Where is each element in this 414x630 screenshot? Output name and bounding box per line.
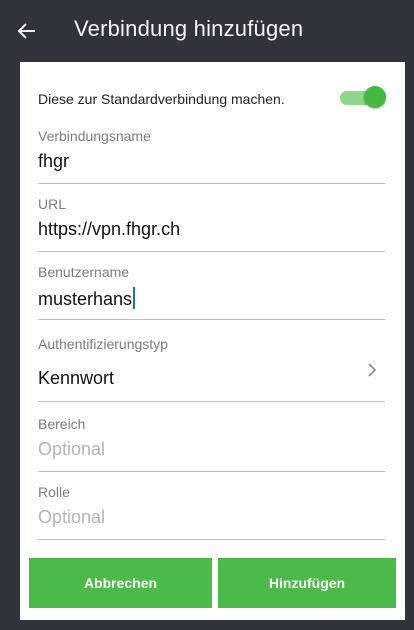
auth-type-field[interactable]: Authentifizierungstyp Kennwort <box>38 336 385 402</box>
connection-name-field[interactable]: Verbindungsname fhgr <box>38 128 385 184</box>
default-connection-toggle[interactable] <box>338 86 386 108</box>
url-input[interactable]: https://vpn.fhgr.ch <box>38 219 180 240</box>
chevron-right-icon[interactable] <box>365 362 379 378</box>
username-label: Benutzername <box>38 264 130 280</box>
app-bar: Verbindung hinzufügen <box>0 0 414 62</box>
url-underline <box>38 251 385 252</box>
connection-name-underline <box>38 183 385 184</box>
connection-form: Diese zur Standardverbindung machen. Ver… <box>20 62 405 620</box>
realm-underline <box>38 471 385 472</box>
realm-label: Bereich <box>38 416 86 432</box>
toggle-thumb <box>364 86 386 108</box>
realm-input[interactable]: Optional <box>38 439 105 460</box>
url-field[interactable]: URL https://vpn.fhgr.ch <box>38 196 385 252</box>
username-input[interactable]: musterhans <box>38 287 136 310</box>
arrow-left-icon[interactable] <box>14 18 40 44</box>
connection-name-label: Verbindungsname <box>38 128 151 144</box>
auth-type-underline <box>38 401 385 402</box>
role-underline <box>38 539 385 540</box>
default-connection-label: Diese zur Standardverbindung machen. <box>38 91 285 107</box>
add-button[interactable]: Hinzufügen <box>218 558 396 608</box>
auth-type-value[interactable]: Kennwort <box>38 368 114 389</box>
page-title: Verbindung hinzufügen <box>74 16 304 41</box>
auth-type-label: Authentifizierungstyp <box>38 336 168 352</box>
role-input[interactable]: Optional <box>38 507 105 528</box>
username-underline <box>38 319 385 320</box>
realm-field[interactable]: Bereich Optional <box>38 416 385 472</box>
default-connection-row: Diese zur Standardverbindung machen. <box>20 62 405 118</box>
cancel-button[interactable]: Abbrechen <box>29 558 212 608</box>
role-label: Rolle <box>38 484 70 500</box>
username-value: musterhans <box>38 289 133 309</box>
role-field[interactable]: Rolle Optional <box>38 484 385 540</box>
url-label: URL <box>38 196 67 212</box>
connection-name-input[interactable]: fhgr <box>38 151 69 172</box>
text-caret <box>133 287 136 309</box>
username-field[interactable]: Benutzername musterhans <box>38 264 385 320</box>
